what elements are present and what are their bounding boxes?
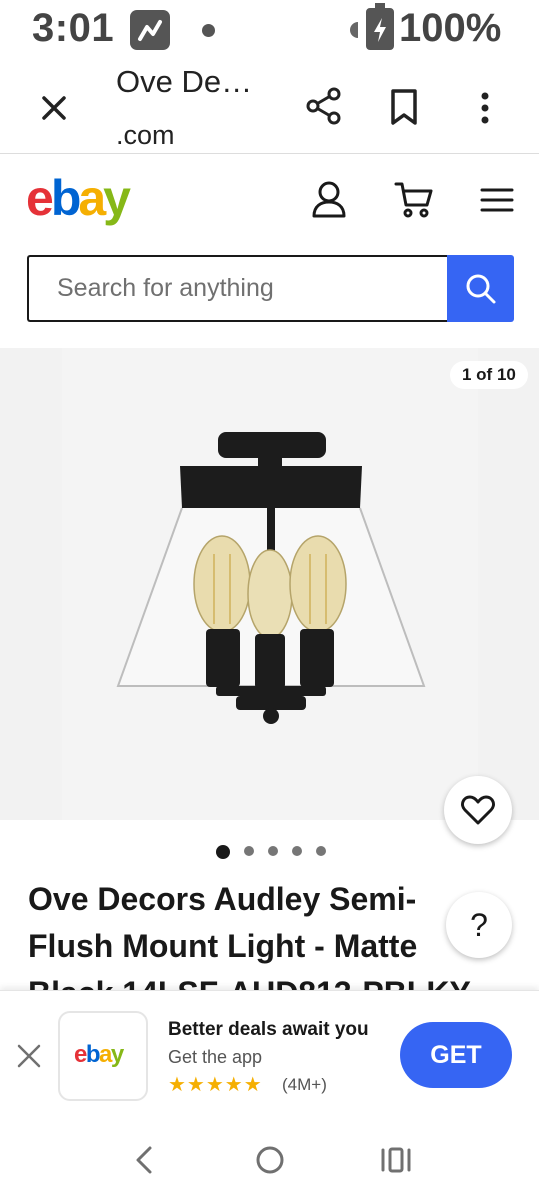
share-button[interactable] [304, 86, 344, 126]
nav-home-icon [256, 1146, 284, 1174]
ebay-logo[interactable]: ebay [26, 169, 131, 227]
notification-dot-icon [202, 24, 215, 37]
status-bar: 3:01 100% [0, 0, 539, 62]
hamburger-icon [480, 188, 514, 212]
banner-headline: Better deals await you [168, 1019, 369, 1040]
main-menu-button[interactable] [480, 187, 514, 213]
account-button[interactable] [310, 179, 348, 219]
site-header: ebay [0, 155, 539, 245]
ebay-mini-logo: ebay [74, 1041, 124, 1068]
rating-stars-icon: ★★★★★ [168, 1074, 263, 1096]
nav-recents-button[interactable] [380, 1146, 412, 1174]
get-app-button[interactable]: GET [400, 1022, 512, 1088]
more-vert-icon [481, 92, 489, 124]
close-icon [17, 1044, 41, 1068]
search-icon [466, 274, 496, 304]
dismiss-banner-button[interactable] [16, 1043, 42, 1069]
signal-icon [350, 22, 358, 38]
account-icon [312, 181, 346, 218]
cart-icon [394, 182, 433, 218]
logo-letter-y: y [103, 170, 131, 226]
gallery-dot[interactable] [316, 846, 326, 856]
image-counter: 1 of 10 [450, 361, 528, 389]
add-to-watchlist-button[interactable] [444, 776, 512, 844]
app-install-banner: ebay Better deals await you Get the app … [0, 990, 539, 1120]
close-icon [42, 96, 66, 120]
gallery-dot[interactable] [268, 846, 278, 856]
nav-recents-icon [381, 1147, 411, 1173]
logo-letter-a: a [78, 170, 106, 226]
logo-letter-b: b [50, 170, 81, 226]
ebay-app-icon: ebay [58, 1011, 148, 1101]
search-input[interactable]: Search for anything [27, 255, 447, 322]
status-time: 3:01 [32, 6, 115, 50]
close-tab-button[interactable] [36, 90, 72, 126]
battery-percentage: 100% [399, 6, 502, 50]
gallery-dot-active[interactable] [216, 845, 230, 859]
browser-toolbar: Ove De… .com [0, 62, 539, 154]
help-button[interactable]: ? [446, 892, 512, 958]
share-icon [306, 87, 341, 125]
cart-button[interactable] [394, 179, 434, 219]
bookmark-button[interactable] [388, 88, 420, 126]
logo-letter-e: e [26, 170, 54, 226]
search-button[interactable] [447, 255, 514, 322]
nav-back-icon [136, 1146, 152, 1174]
banner-subtext: Get the app [168, 1047, 263, 1067]
product-image-ceiling-light[interactable] [110, 424, 430, 734]
page-title: Ove De… [116, 64, 253, 99]
battery-charging-icon [366, 3, 394, 50]
page-domain: .com [116, 120, 175, 150]
nav-back-button[interactable] [132, 1144, 156, 1176]
activity-notification-icon [130, 10, 170, 50]
search-bar: Search for anything [27, 255, 514, 322]
nav-home-button[interactable] [254, 1144, 286, 1176]
bookmark-icon [391, 89, 417, 125]
more-options-button[interactable] [470, 88, 500, 128]
system-navigation-bar [0, 1120, 539, 1200]
rating-count: (4M+) [282, 1075, 327, 1094]
gallery-dot[interactable] [244, 846, 254, 856]
gallery-dot[interactable] [292, 846, 302, 856]
heart-icon [461, 795, 495, 825]
